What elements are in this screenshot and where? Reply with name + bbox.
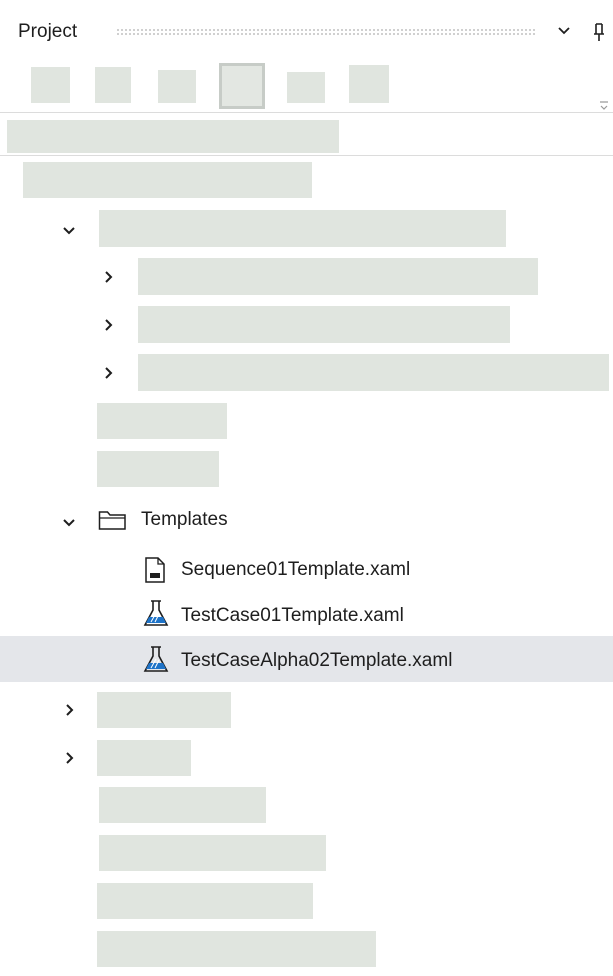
chevron-down-icon[interactable] — [62, 224, 76, 238]
chevron-right-icon[interactable] — [102, 366, 116, 380]
tree-file-item[interactable] — [99, 835, 326, 871]
toolbar-button-1[interactable] — [31, 67, 70, 103]
chevron-right-icon[interactable] — [102, 270, 116, 284]
chevron-down-icon[interactable] — [557, 26, 571, 36]
test-flask-icon — [143, 600, 169, 626]
templates-folder-label[interactable]: Templates — [141, 508, 228, 532]
tree-subfolder-item[interactable] — [138, 306, 510, 343]
toolbar-button-5[interactable] — [287, 72, 325, 103]
tree-folder-item[interactable] — [97, 740, 191, 776]
tree-file-label[interactable]: TestCaseAlpha02Template.xaml — [181, 649, 452, 673]
sequence-file-icon — [145, 557, 165, 583]
tree-file-item[interactable] — [97, 931, 376, 967]
search-separator — [0, 155, 613, 156]
folder-icon — [98, 511, 126, 530]
chevron-right-icon[interactable] — [63, 703, 77, 717]
chevron-right-icon[interactable] — [102, 318, 116, 332]
toolbar-button-3[interactable] — [158, 70, 196, 103]
tree-root-item[interactable] — [23, 162, 312, 198]
tree-file-item[interactable] — [97, 403, 227, 439]
tree-folder-item[interactable] — [97, 692, 231, 728]
toolbar-button-6[interactable] — [349, 65, 389, 103]
toolbar-separator — [0, 112, 613, 113]
tree-file-label[interactable]: Sequence01Template.xaml — [181, 558, 410, 582]
toolbar-button-2[interactable] — [95, 67, 131, 103]
tree-file-item[interactable] — [97, 883, 313, 919]
tree-subfolder-item[interactable] — [138, 354, 609, 391]
tree-file-item[interactable] — [99, 787, 266, 823]
tree-folder-item[interactable] — [99, 210, 506, 247]
panel-header: Project — [0, 0, 613, 64]
tree-file-item[interactable] — [97, 451, 219, 487]
test-flask-icon — [143, 646, 169, 672]
search-bar[interactable] — [7, 120, 339, 153]
header-grip[interactable] — [116, 28, 536, 36]
tree-subfolder-item[interactable] — [138, 258, 538, 295]
toolbar-overflow-icon[interactable] — [598, 97, 610, 111]
tree-file-label[interactable]: TestCase01Template.xaml — [181, 604, 404, 628]
panel-title: Project — [18, 21, 78, 42]
chevron-down-icon[interactable] — [62, 516, 76, 530]
chevron-right-icon[interactable] — [63, 751, 77, 765]
toolbar-button-4[interactable] — [219, 63, 265, 109]
pin-icon[interactable] — [592, 22, 606, 42]
